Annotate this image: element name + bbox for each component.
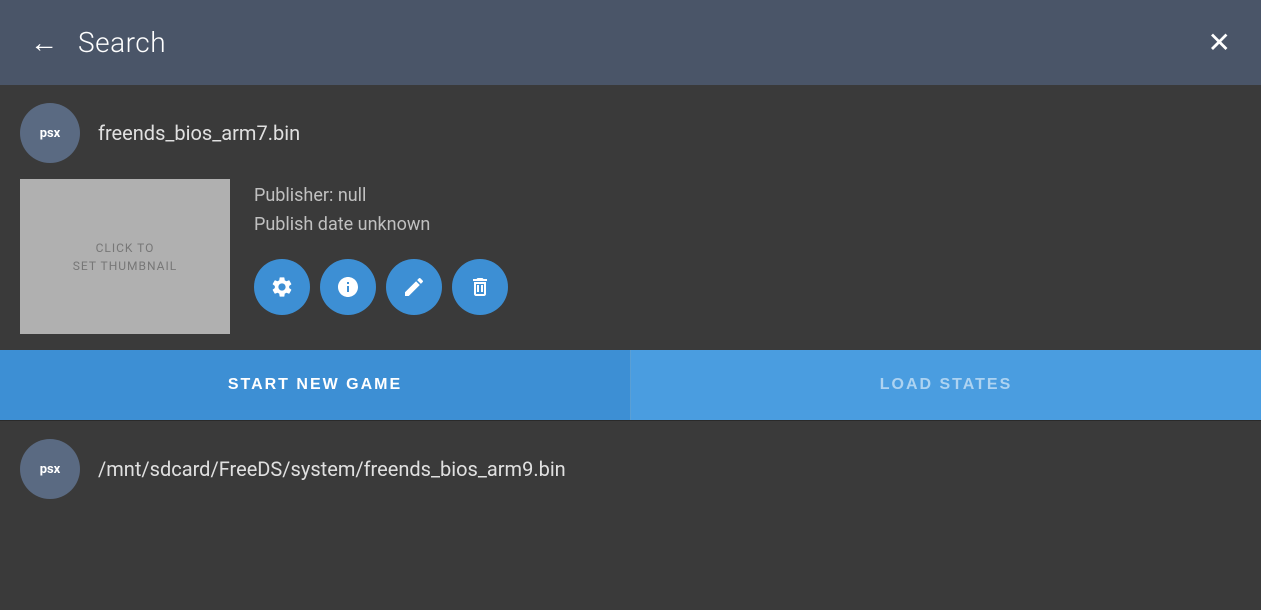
action-buttons bbox=[254, 259, 508, 315]
info-icon bbox=[336, 275, 360, 299]
publish-date-text: Publish date unknown bbox=[254, 214, 508, 235]
header-left: ← Search bbox=[30, 26, 166, 59]
edit-icon bbox=[402, 275, 426, 299]
close-icon: ✕ bbox=[1208, 27, 1231, 58]
result-2-filename: /mnt/sdcard/FreeDS/system/freends_bios_a… bbox=[98, 457, 566, 481]
header: ← Search ✕ bbox=[0, 0, 1261, 85]
start-new-game-button[interactable]: START NEW GAME bbox=[0, 350, 631, 420]
page-title: Search bbox=[78, 26, 166, 59]
thumbnail-text: CLICK TOSET THUMBNAIL bbox=[73, 239, 177, 275]
delete-button[interactable] bbox=[452, 259, 508, 315]
settings-button[interactable] bbox=[254, 259, 310, 315]
detail-panel: CLICK TOSET THUMBNAIL Publisher: null Pu… bbox=[0, 163, 1261, 350]
platform-badge-2: psx bbox=[20, 439, 80, 499]
info-button[interactable] bbox=[320, 259, 376, 315]
platform-badge-1: psx bbox=[20, 103, 80, 163]
publisher-text: Publisher: null bbox=[254, 185, 508, 206]
thumbnail-button[interactable]: CLICK TOSET THUMBNAIL bbox=[20, 179, 230, 334]
result-1-header: psx freends_bios_arm7.bin bbox=[0, 85, 1261, 163]
gear-icon bbox=[270, 275, 294, 299]
result-2-item[interactable]: psx /mnt/sdcard/FreeDS/system/freends_bi… bbox=[0, 421, 1261, 517]
bottom-buttons: START NEW GAME LOAD STATES bbox=[0, 350, 1261, 420]
content-area: psx freends_bios_arm7.bin CLICK TOSET TH… bbox=[0, 85, 1261, 517]
edit-button[interactable] bbox=[386, 259, 442, 315]
meta-info: Publisher: null Publish date unknown bbox=[254, 179, 508, 315]
result-1-filename: freends_bios_arm7.bin bbox=[98, 121, 300, 145]
load-states-button[interactable]: LOAD STATES bbox=[631, 350, 1261, 420]
back-button[interactable]: ← bbox=[30, 29, 58, 57]
back-icon: ← bbox=[30, 29, 58, 57]
close-button[interactable]: ✕ bbox=[1208, 29, 1231, 57]
delete-icon bbox=[468, 275, 492, 299]
